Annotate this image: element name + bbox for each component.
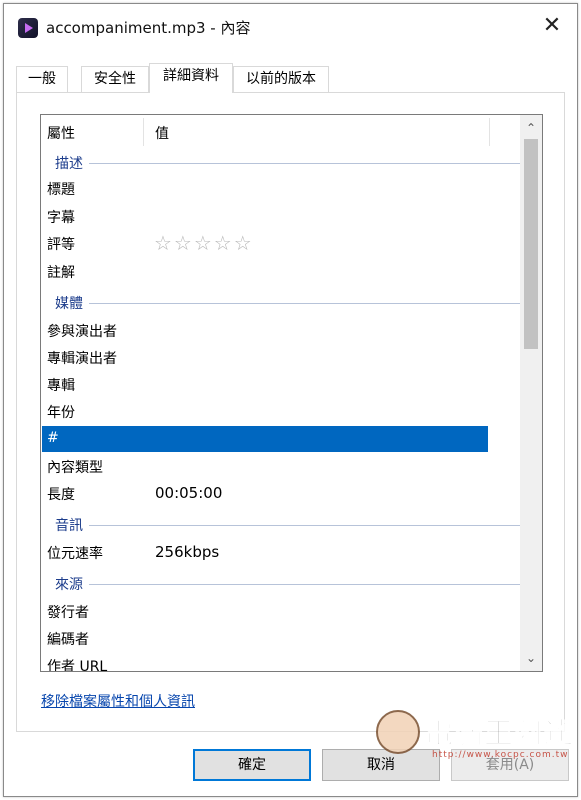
section-audio: 音訊 xyxy=(41,511,520,537)
tab-strip: 一般 安全性 詳細資料 以前的版本 xyxy=(16,63,566,93)
row-rating[interactable]: 評等 ☆☆☆☆☆ xyxy=(41,230,520,256)
section-label: 媒體 xyxy=(55,293,89,313)
scroll-down-icon[interactable]: ⌄ xyxy=(520,647,542,669)
section-description: 描述 xyxy=(41,149,520,175)
row-year[interactable]: 年份 xyxy=(41,398,520,424)
section-media: 媒體 xyxy=(41,289,520,315)
row-track-number[interactable]: # xyxy=(42,426,488,452)
section-origin: 來源 xyxy=(41,570,520,596)
row-author-url[interactable]: 作者 URL xyxy=(41,652,520,671)
close-button[interactable]: ✕ xyxy=(535,12,569,40)
row-publisher[interactable]: 發行者 xyxy=(41,598,520,624)
tab-previous-versions[interactable]: 以前的版本 xyxy=(233,66,329,92)
details-panel: 屬性 值 描述 標題 字幕 評等 ☆☆☆☆☆ 註解 媒體 參與演出者 專輯演出者… xyxy=(16,92,565,732)
row-album-artist[interactable]: 專輯演出者 xyxy=(41,344,520,370)
row-title[interactable]: 標題 xyxy=(41,175,520,201)
row-encoded-by[interactable]: 編碼者 xyxy=(41,625,520,651)
tab-security[interactable]: 安全性 xyxy=(81,66,149,92)
rating-stars[interactable]: ☆☆☆☆☆ xyxy=(154,231,254,255)
column-header: 屬性 值 xyxy=(41,115,520,148)
window-title: accompaniment.mp3 - 內容 xyxy=(46,19,251,37)
header-value[interactable]: 值 xyxy=(155,123,169,143)
section-label: 來源 xyxy=(55,574,89,594)
row-bit-rate[interactable]: 位元速率 256kbps xyxy=(41,539,520,565)
tab-details[interactable]: 詳細資料 xyxy=(149,63,233,93)
section-label: 音訊 xyxy=(55,515,89,535)
apply-button[interactable]: 套用(A) xyxy=(451,749,569,781)
row-subtitle[interactable]: 字幕 xyxy=(41,203,520,229)
row-contributing-artists[interactable]: 參與演出者 xyxy=(41,317,520,343)
scroll-thumb[interactable] xyxy=(524,139,538,349)
vertical-scrollbar[interactable]: ⌃ ⌄ xyxy=(520,115,542,671)
row-genre[interactable]: 內容類型 xyxy=(41,453,520,479)
ok-button[interactable]: 確定 xyxy=(193,749,311,781)
row-length[interactable]: 長度 00:05:00 xyxy=(41,480,520,506)
properties-list[interactable]: 屬性 值 描述 標題 字幕 評等 ☆☆☆☆☆ 註解 媒體 參與演出者 專輯演出者… xyxy=(40,114,543,672)
row-comments[interactable]: 註解 xyxy=(41,258,520,284)
media-player-icon xyxy=(18,18,38,38)
remove-properties-link[interactable]: 移除檔案屬性和個人資訊 xyxy=(41,691,195,711)
title-bar: accompaniment.mp3 - 內容 ✕ xyxy=(4,4,577,48)
cancel-button[interactable]: 取消 xyxy=(322,749,440,781)
scroll-up-icon[interactable]: ⌃ xyxy=(520,117,542,139)
section-label: 描述 xyxy=(55,153,89,173)
properties-dialog: accompaniment.mp3 - 內容 ✕ 一般 安全性 詳細資料 以前的… xyxy=(3,3,578,797)
tab-general[interactable]: 一般 xyxy=(16,66,68,92)
bit-rate-value: 256kbps xyxy=(155,543,220,561)
length-value: 00:05:00 xyxy=(155,484,223,502)
row-album[interactable]: 專輯 xyxy=(41,371,520,397)
header-property[interactable]: 屬性 xyxy=(47,123,75,143)
